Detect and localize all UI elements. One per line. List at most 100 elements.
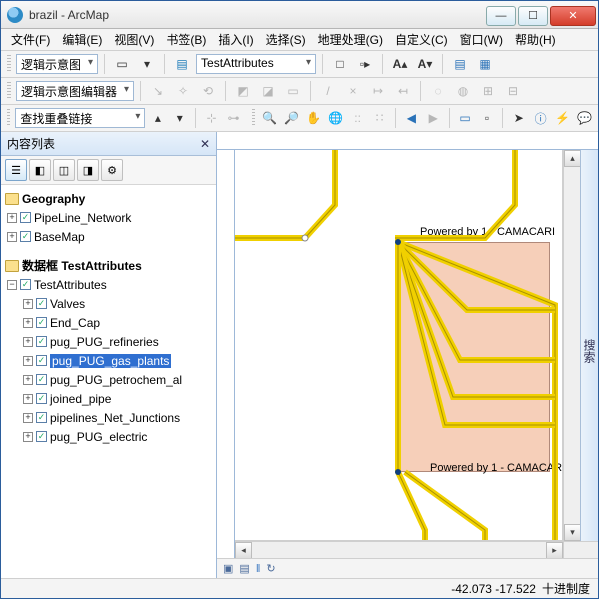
view-data-icon[interactable]: ▣	[223, 562, 233, 575]
view-refresh-icon[interactable]: ↻	[266, 562, 275, 575]
collapse-icon[interactable]: −	[7, 280, 17, 290]
search-sidetab[interactable]: 搜索	[580, 150, 598, 541]
find-down-icon[interactable]: ▾	[170, 107, 189, 129]
editor-tool-12-icon[interactable]: ◍	[452, 80, 474, 102]
layer-basemap[interactable]: BaseMap	[34, 230, 85, 244]
expand-icon[interactable]: +	[7, 213, 17, 223]
toolbar-grip[interactable]	[252, 109, 255, 127]
expand-icon[interactable]: +	[23, 413, 33, 423]
font-increase-icon[interactable]: A▴	[389, 53, 411, 75]
layer-icon[interactable]: ▤	[171, 53, 193, 75]
fixed-zoom-out-icon[interactable]: ∷	[370, 107, 389, 129]
editor-tool-2-icon[interactable]: ✧	[172, 80, 194, 102]
layer-electric[interactable]: pug_PUG_electric	[50, 430, 147, 444]
link-icon[interactable]: ⊶	[224, 107, 243, 129]
prev-extent-icon[interactable]: ◀	[402, 107, 421, 129]
checkbox[interactable]	[36, 393, 47, 404]
menu-customize[interactable]: 自定义(C)	[389, 29, 454, 50]
menu-geoprocessing[interactable]: 地理处理(G)	[312, 29, 389, 50]
next-extent-icon[interactable]: ▶	[424, 107, 443, 129]
menu-bookmarks[interactable]: 书签(B)	[160, 29, 212, 50]
toolbar-grip[interactable]	[7, 109, 10, 127]
html-popup-icon[interactable]: 💬	[575, 107, 594, 129]
expand-icon[interactable]: +	[23, 318, 33, 328]
menu-help[interactable]: 帮助(H)	[509, 29, 562, 50]
expand-icon[interactable]: +	[23, 394, 33, 404]
scroll-left-icon[interactable]: ◂	[235, 542, 252, 559]
view-layout-icon[interactable]: ▤	[239, 562, 249, 575]
zoom-in-icon[interactable]: 🔍	[260, 107, 279, 129]
editor-tool-10-icon[interactable]: ↤	[392, 80, 414, 102]
editor-tool-5-icon[interactable]: ◪	[257, 80, 279, 102]
tool-a-icon[interactable]: ▤	[449, 53, 471, 75]
group-testattributes[interactable]: 数据框 TestAttributes	[22, 257, 142, 274]
editor-tool-1-icon[interactable]: ↘	[147, 80, 169, 102]
expand-icon[interactable]: +	[23, 432, 33, 442]
expand-icon[interactable]: +	[7, 232, 17, 242]
layer-pipeline-network[interactable]: PipeLine_Network	[34, 211, 131, 225]
checkbox[interactable]	[36, 412, 47, 423]
menu-window[interactable]: 窗口(W)	[454, 29, 509, 50]
layer-end-cap[interactable]: End_Cap	[50, 316, 100, 330]
find-up-icon[interactable]: ▴	[148, 107, 167, 129]
identify-icon[interactable]: ⓘ	[531, 107, 550, 129]
menu-view[interactable]: 视图(V)	[108, 29, 160, 50]
editor-tool-7-icon[interactable]: /	[317, 80, 339, 102]
scroll-down-icon[interactable]: ▾	[564, 524, 581, 541]
layer-gas-plants[interactable]: pug_PUG_gas_plants	[50, 354, 171, 368]
toolbar-grip[interactable]	[7, 82, 11, 100]
menu-select[interactable]: 选择(S)	[260, 29, 312, 50]
scroll-up-icon[interactable]: ▴	[564, 150, 581, 167]
checkbox[interactable]	[36, 431, 47, 442]
list-by-selection-icon[interactable]: ◨	[77, 159, 99, 181]
diagram-dropdown-icon[interactable]: ▾	[136, 53, 158, 75]
list-by-visibility-icon[interactable]: ◫	[53, 159, 75, 181]
checkbox[interactable]	[20, 279, 31, 290]
editor-tool-6-icon[interactable]: ▭	[282, 80, 304, 102]
checkbox[interactable]	[36, 336, 47, 347]
options-icon[interactable]: ⚙	[101, 159, 123, 181]
horizontal-scrollbar[interactable]: ◂ ▸	[235, 541, 563, 558]
vertical-scrollbar[interactable]: ▴ ▾	[563, 150, 580, 541]
editor-tool-4-icon[interactable]: ◩	[232, 80, 254, 102]
zoom-out-icon[interactable]: 🔎	[282, 107, 301, 129]
scroll-right-icon[interactable]: ▸	[546, 542, 563, 559]
checkbox[interactable]	[36, 355, 47, 366]
dataframe-testattributes[interactable]: TestAttributes	[34, 278, 107, 292]
editor-tool-13-icon[interactable]: ⊞	[477, 80, 499, 102]
node-icon[interactable]: ⊹	[202, 107, 221, 129]
expand-icon[interactable]: +	[23, 375, 33, 385]
layer-joined-pipe[interactable]: joined_pipe	[50, 392, 111, 406]
pan-icon[interactable]: ✋	[304, 107, 323, 129]
select-features-icon[interactable]: ▭	[456, 107, 475, 129]
checkbox[interactable]	[36, 298, 47, 309]
hyperlink-icon[interactable]: ⚡	[553, 107, 572, 129]
editor-tool-11-icon[interactable]: ◌	[427, 80, 449, 102]
group-geography[interactable]: Geography	[22, 192, 85, 206]
layer-junctions[interactable]: pipelines_Net_Junctions	[50, 411, 180, 425]
schematic-combo[interactable]: 逻辑示意图	[16, 54, 98, 74]
checkbox[interactable]	[36, 317, 47, 328]
editor-tool-8-icon[interactable]: ×	[342, 80, 364, 102]
checkbox[interactable]	[36, 374, 47, 385]
menu-edit[interactable]: 编辑(E)	[56, 29, 108, 50]
menu-file[interactable]: 文件(F)	[5, 29, 56, 50]
toolbar-grip[interactable]	[7, 55, 11, 73]
close-button[interactable]: ✕	[550, 6, 596, 26]
map-canvas[interactable]: Powered by 1 - CAMACARI Powered by 1 - C…	[235, 150, 563, 541]
editor-tool-3-icon[interactable]: ⟲	[197, 80, 219, 102]
open-diagram-icon[interactable]: ▭	[111, 53, 133, 75]
box-arrow-icon[interactable]: ▫▸	[354, 53, 376, 75]
full-extent-icon[interactable]: 🌐	[326, 107, 345, 129]
toc-tree[interactable]: Geography + PipeLine_Network + BaseMap 数据框…	[1, 185, 216, 578]
expand-icon[interactable]: +	[23, 356, 33, 366]
list-by-source-icon[interactable]: ◧	[29, 159, 51, 181]
layer-valves[interactable]: Valves	[50, 297, 85, 311]
maximize-button[interactable]: ☐	[518, 6, 548, 26]
expand-icon[interactable]: +	[23, 299, 33, 309]
checkbox[interactable]	[20, 231, 31, 242]
editor-tool-9-icon[interactable]: ↦	[367, 80, 389, 102]
find-combo[interactable]: 查找重叠链接	[15, 108, 145, 128]
layer-petrochem[interactable]: pug_PUG_petrochem_al	[50, 373, 182, 387]
fixed-zoom-in-icon[interactable]: ::	[348, 107, 367, 129]
